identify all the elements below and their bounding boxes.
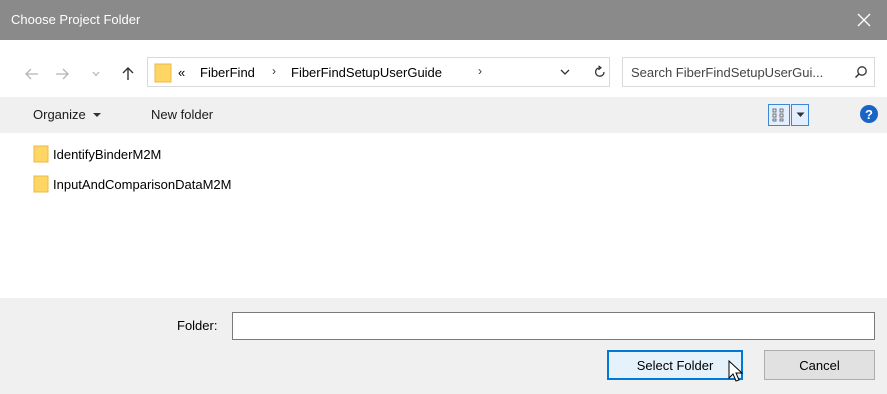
mouse-cursor-icon (728, 360, 744, 382)
dropdown-arrow-icon (92, 112, 101, 117)
up-button[interactable] (117, 63, 139, 85)
folder-icon (33, 175, 49, 193)
file-list: IdentifyBinderM2M InputAndComparisonData… (0, 133, 887, 298)
search-box[interactable] (622, 57, 875, 87)
breadcrumb-item[interactable]: FiberFind (200, 65, 255, 80)
details-view-icon (772, 108, 784, 122)
help-button[interactable]: ? (860, 105, 878, 123)
footer-panel: Folder: Select Folder Cancel (0, 298, 887, 394)
view-options-button[interactable] (791, 104, 809, 126)
breadcrumb-separator[interactable]: › (478, 64, 482, 78)
title-bar: Choose Project Folder (0, 0, 887, 40)
chevron-down-icon[interactable] (559, 65, 571, 79)
arrow-up-icon (122, 67, 134, 80)
refresh-icon (594, 65, 605, 77)
new-folder-button[interactable]: New folder (151, 107, 213, 122)
search-icon[interactable] (854, 65, 868, 79)
chevron-down-icon (92, 71, 100, 77)
folder-input[interactable] (232, 312, 875, 340)
dropdown-arrow-icon (796, 112, 804, 117)
breadcrumb-overflow[interactable]: « (178, 65, 185, 80)
organize-label: Organize (33, 107, 86, 122)
breadcrumb-item[interactable]: FiberFindSetupUserGuide (291, 65, 442, 80)
forward-button[interactable] (51, 63, 73, 85)
arrow-right-icon (56, 68, 69, 80)
breadcrumb-separator[interactable]: › (272, 64, 276, 78)
folder-name: InputAndComparisonDataM2M (53, 176, 232, 192)
close-icon (857, 13, 871, 27)
folder-icon (33, 145, 49, 163)
dialog-title: Choose Project Folder (11, 12, 141, 27)
refresh-button[interactable] (588, 61, 612, 83)
folder-label: Folder: (177, 318, 218, 333)
arrow-left-icon (25, 68, 38, 80)
address-bar[interactable]: « FiberFind › FiberFindSetupUserGuide › (147, 57, 610, 87)
close-button[interactable] (841, 0, 887, 40)
command-bar: Organize New folder ? (0, 97, 887, 133)
search-input[interactable] (631, 64, 841, 80)
list-item[interactable]: IdentifyBinderM2M (33, 144, 161, 164)
back-button[interactable] (21, 63, 43, 85)
folder-name: IdentifyBinderM2M (53, 146, 162, 162)
organize-button[interactable]: Organize (33, 107, 102, 122)
cancel-button[interactable]: Cancel (764, 350, 875, 380)
folder-icon (154, 63, 172, 83)
list-item[interactable]: InputAndComparisonDataM2M (33, 174, 231, 194)
change-view-button[interactable] (768, 104, 790, 126)
recent-locations-button[interactable] (89, 63, 103, 85)
select-folder-button[interactable]: Select Folder (607, 350, 743, 380)
